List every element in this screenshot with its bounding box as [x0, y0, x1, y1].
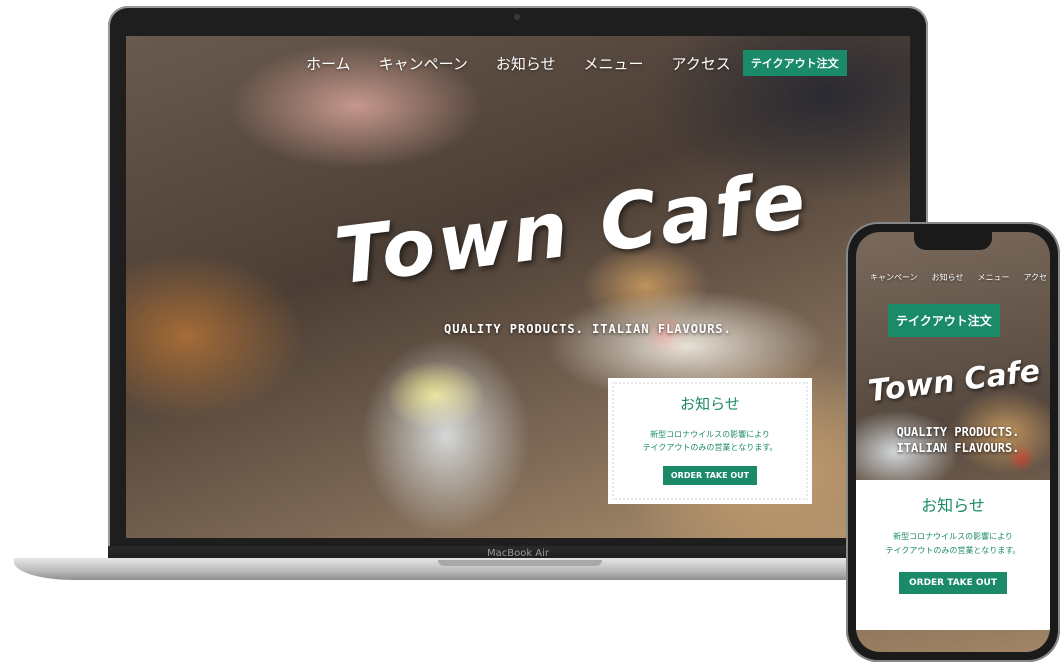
camera-icon — [514, 14, 520, 20]
notice-title: お知らせ — [680, 395, 740, 413]
phone-nav: キャンペーン お知らせ メニュー アクセ — [870, 272, 1047, 283]
laptop-mockup: ホーム キャンペーン お知らせ メニュー アクセス テイクアウト注文 Town … — [108, 6, 928, 558]
notice-body-line: テイクアウトのみの営業となります。 — [642, 443, 778, 452]
hero-title: Town Cafe — [330, 155, 813, 303]
notice-body-line: 新型コロナウイルスの影響により — [893, 532, 1013, 541]
notice-title: お知らせ — [921, 496, 985, 515]
hero-tagline-line: ITALIAN FLAVOURS. — [896, 441, 1020, 455]
notice-body: 新型コロナウイルスの影響により テイクアウトのみの営業となります。 — [611, 428, 809, 454]
order-takeout-button[interactable]: ORDER TAKE OUT — [662, 466, 758, 485]
nav-item-menu[interactable]: メニュー — [584, 53, 644, 74]
phone-mockup: キャンペーン お知らせ メニュー アクセ テイクアウト注文 Town Cafe … — [846, 222, 1060, 662]
phone-notch — [914, 232, 992, 250]
nav-item-campaign[interactable]: キャンペーン — [870, 272, 918, 283]
notice-body: 新型コロナウイルスの影響により テイクアウトのみの営業となります。 — [856, 530, 1050, 558]
laptop-nav: ホーム キャンペーン お知らせ メニュー アクセス テイクアウト注文 — [306, 50, 847, 76]
nav-item-access[interactable]: アクセス — [672, 53, 731, 74]
nav-item-news[interactable]: お知らせ — [932, 272, 964, 283]
hero-tagline: QUALITY PRODUCTS. ITALIAN FLAVOURS. — [444, 322, 732, 336]
hero-title: Town Cafe — [866, 353, 1042, 410]
takeout-order-button[interactable]: テイクアウト注文 — [888, 304, 1000, 337]
notice-card: お知らせ 新型コロナウイルスの影響により テイクアウトのみの営業となります。 O… — [856, 480, 1050, 630]
hero-tagline: QUALITY PRODUCTS. ITALIAN FLAVOURS. — [878, 424, 1038, 456]
nav-item-campaign[interactable]: キャンペーン — [379, 53, 468, 74]
laptop-screen: ホーム キャンペーン お知らせ メニュー アクセス テイクアウト注文 Town … — [126, 36, 910, 538]
nav-item-access[interactable]: アクセ — [1023, 272, 1047, 283]
nav-item-menu[interactable]: メニュー — [977, 272, 1009, 283]
phone-screen: キャンペーン お知らせ メニュー アクセ テイクアウト注文 Town Cafe … — [856, 232, 1050, 652]
notice-card: お知らせ 新型コロナウイルスの影響により テイクアウトのみの営業となります。 O… — [608, 378, 812, 504]
takeout-order-button[interactable]: テイクアウト注文 — [742, 50, 847, 76]
notice-body-line: テイクアウトのみの営業となります。 — [885, 546, 1021, 555]
hero-tagline-line: QUALITY PRODUCTS. — [896, 425, 1020, 439]
nav-item-home[interactable]: ホーム — [306, 53, 351, 74]
notice-body-line: 新型コロナウイルスの影響により — [650, 430, 770, 439]
nav-item-news[interactable]: お知らせ — [496, 53, 556, 74]
laptop-thumb-notch — [438, 560, 602, 566]
order-takeout-button[interactable]: ORDER TAKE OUT — [898, 572, 1008, 594]
